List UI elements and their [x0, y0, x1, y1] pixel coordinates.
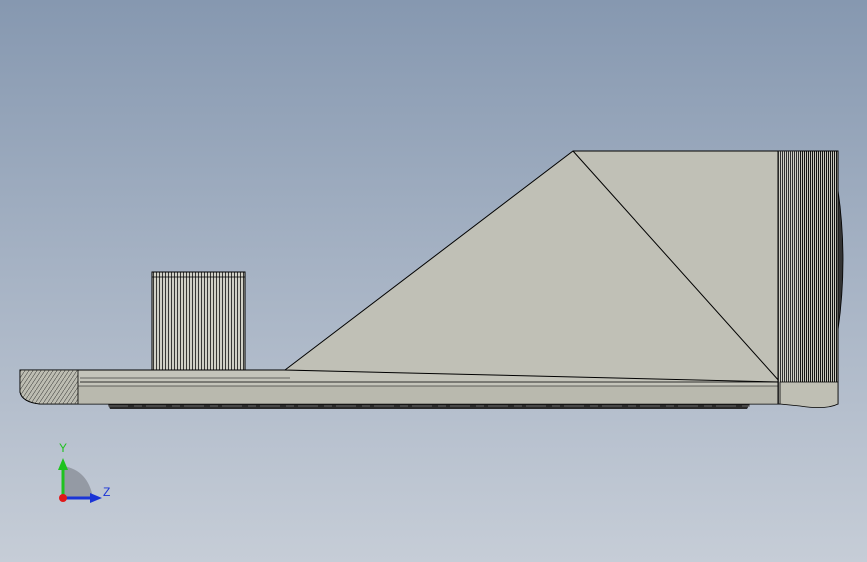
- z-axis-label: Z: [103, 485, 111, 499]
- y-axis-arrow: [58, 458, 68, 470]
- z-axis-arrow: [90, 493, 102, 503]
- base-left-end: [19, 369, 79, 405]
- origin-point: [59, 494, 67, 502]
- triad-xy-plane-shading: [63, 466, 93, 498]
- part-model[interactable]: [0, 0, 867, 562]
- cad-viewport[interactable]: Y Z: [0, 0, 867, 562]
- base-plate-lower-band: [27, 385, 786, 405]
- right-boss-end: [837, 189, 844, 331]
- y-axis-label: Y: [59, 441, 68, 455]
- wedge-face: [283, 150, 781, 383]
- post: [151, 271, 246, 371]
